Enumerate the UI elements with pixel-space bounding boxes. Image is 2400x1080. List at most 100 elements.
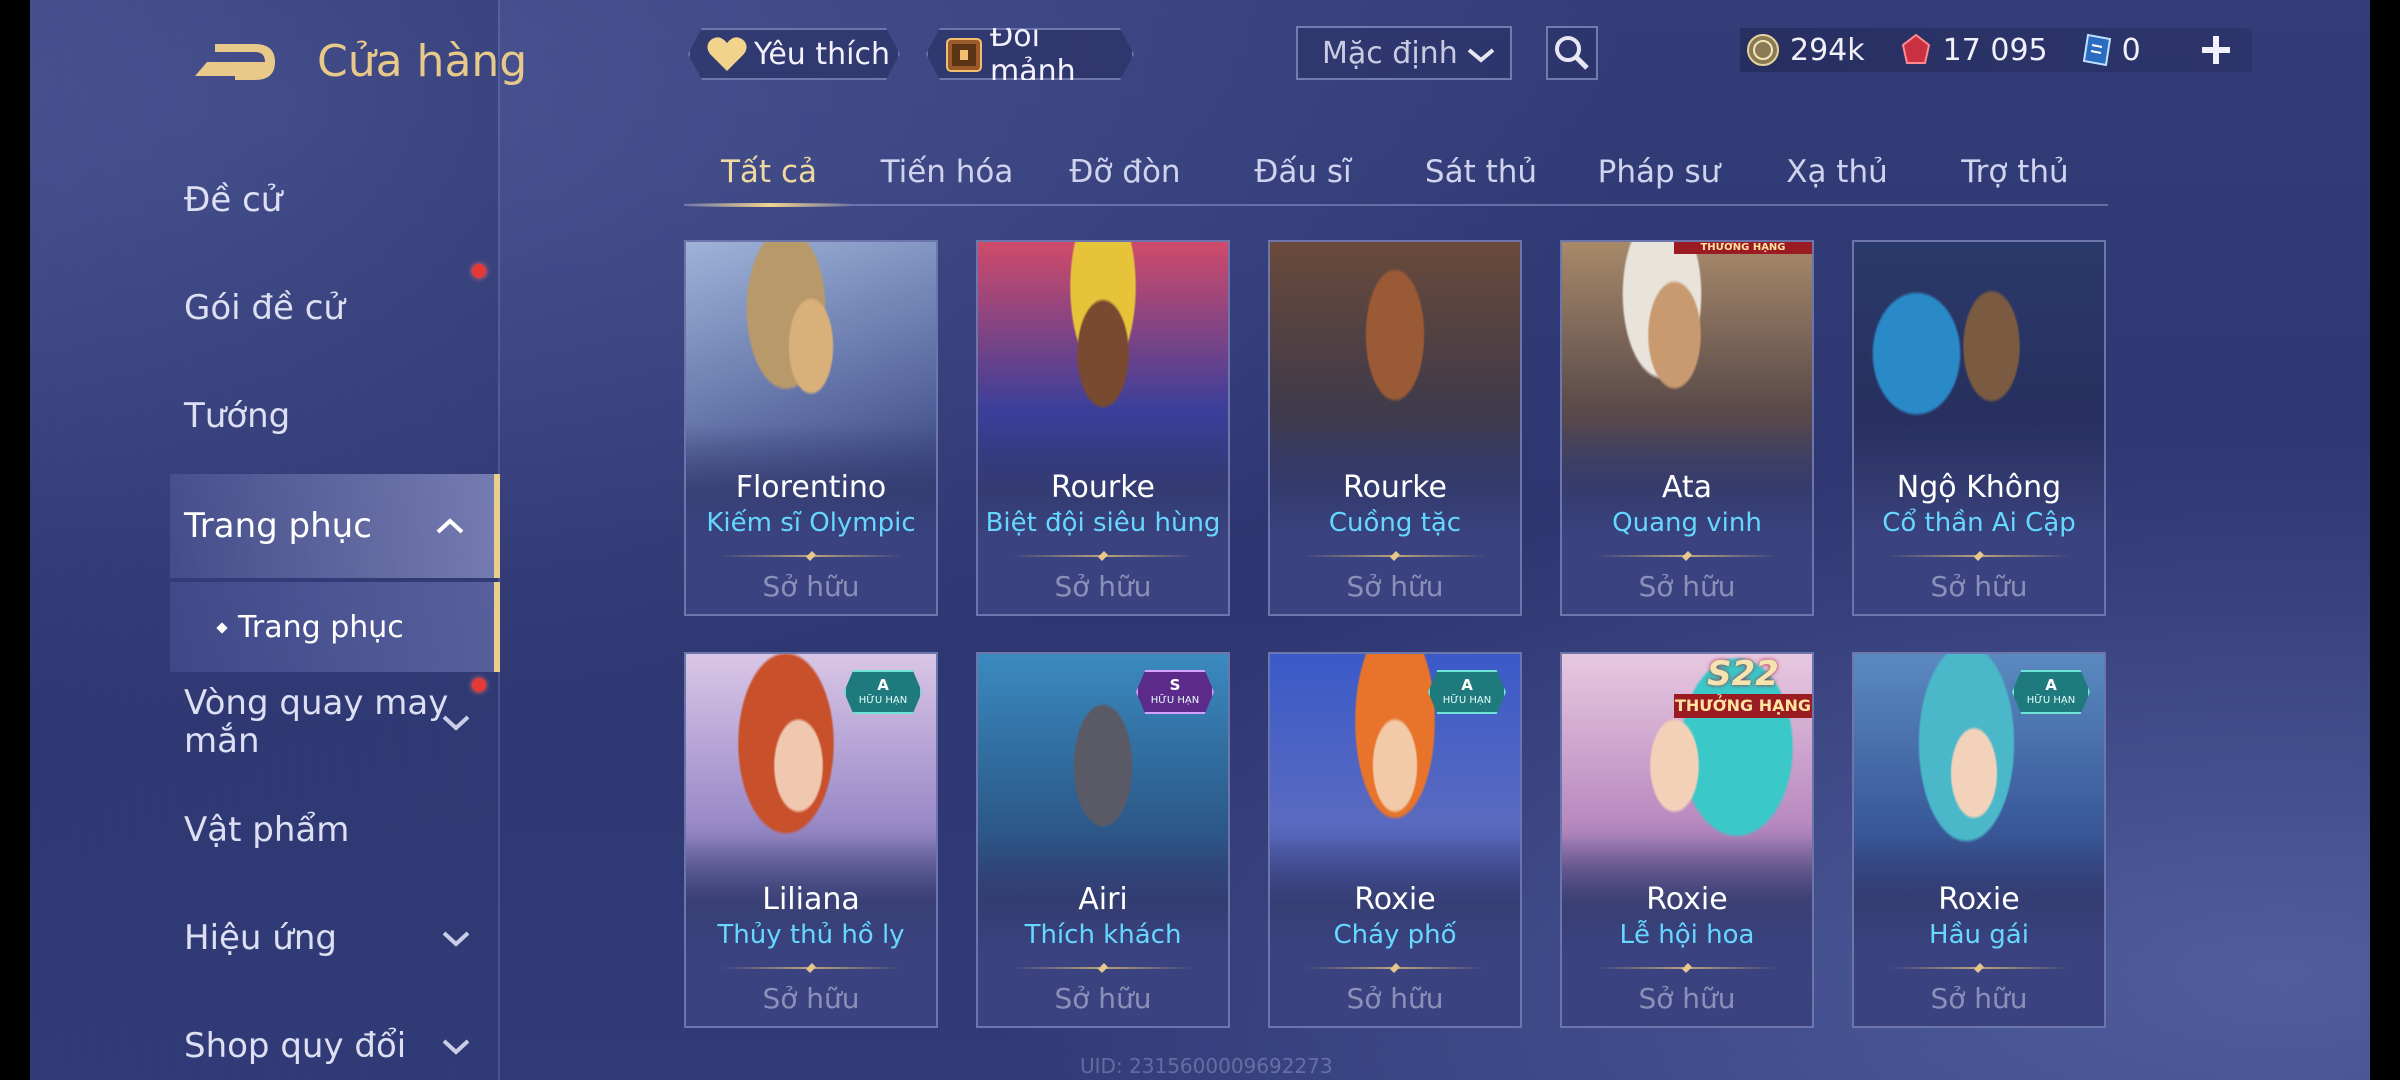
tab-label: Trợ thủ [1961,154,2069,190]
season-rank-badge: S22 THƯỞNG HẠNG [1674,656,1812,726]
chevron-down-icon [1467,48,1495,63]
owned-status: Sở hữu [1346,982,1444,1015]
limited-badge: A HỮU HẠN [1428,670,1506,714]
currency-bar: 294k 17 095 0 [1740,28,2252,72]
ruby-balance: 17 095 [1893,33,2048,68]
shop-screen: Đề cử Gói đề cử Tướng Trang phục Trang p… [0,0,2400,1080]
page-title: Cửa hàng [317,35,528,87]
sidebar-item-skins[interactable]: Trang phục [170,474,500,578]
active-tab-indicator [684,203,854,207]
skin-card[interactable]: A HỮU HẠN Roxie Cháy phố Sở hữu [1268,652,1522,1028]
owned-status: Sở hữu [1054,982,1152,1015]
owned-status: Sở hữu [1054,570,1152,603]
skin-name: Cuồng tặc [1328,508,1462,538]
page-header: Cửa hàng [185,30,527,92]
hero-name: Rourke [1051,470,1155,505]
card-divider [1304,967,1486,969]
sidebar-item-label: Vòng quay may mắn [184,683,449,761]
hero-name: Roxie [1938,882,2020,917]
owned-status: Sở hữu [1638,570,1736,603]
sidebar-item-exchange-shop[interactable]: Shop quy đổi [30,996,500,1080]
sidebar-item-label: Đề cử [184,180,283,220]
bullet-icon [216,622,228,634]
badge-text: HỮU HẠN [2026,695,2076,706]
voucher-icon [2082,33,2112,67]
tab-tank[interactable]: Đỡ đòn [1040,140,1210,204]
tab-label: Tiến hóa [880,154,1014,190]
card-divider [1888,967,2070,969]
tab-label: Sát thủ [1424,154,1538,190]
skin-card[interactable]: S22 THƯỞNG HẠNG Roxie Lễ hội hoa Sở hữu [1560,652,1814,1028]
sidebar-subitem-skins[interactable]: Trang phục [170,582,500,672]
badge-tier: A [877,676,889,694]
tab-assassin[interactable]: Sát thủ [1396,140,1566,204]
badge-tier: A [2045,676,2057,694]
badge-tier: A [1461,676,1473,694]
favorite-label: Yêu thích [754,36,890,72]
sidebar-item-items[interactable]: Vật phẩm [30,780,500,880]
card-divider [1012,555,1194,557]
sidebar-item-recommended[interactable]: Đề cử [30,150,500,250]
sidebar-item-effects[interactable]: Hiệu ứng [30,888,500,988]
tab-fighter[interactable]: Đấu sĩ [1218,140,1388,204]
add-currency-button[interactable] [2196,30,2236,70]
skin-name: Thích khách [1024,920,1182,950]
sidebar-item-heroes[interactable]: Tướng [30,366,500,466]
hero-name: Ngộ Không [1896,470,2062,505]
hero-name: Airi [1078,882,1128,917]
sidebar: Đề cử Gói đề cử Tướng Trang phục Trang p… [30,0,500,1080]
badge-text: HỮU HẠN [1442,695,1492,706]
exchange-fragments-button[interactable]: Đổi mảnh [926,28,1134,80]
sidebar-item-recommended-packs[interactable]: Gói đề cử [30,258,500,358]
gold-balance: 294k [1740,33,1865,68]
skin-card[interactable]: Rourke Biệt đội siêu hùng Sở hữu [976,240,1230,616]
tab-evolution[interactable]: Tiến hóa [862,140,1032,204]
badge-tier: S [1169,676,1181,694]
hero-name: Florentino [735,470,887,505]
screen-edge-left [0,0,30,1080]
ruby-amount: 17 095 [1942,32,2048,68]
card-divider [720,555,902,557]
sidebar-item-label: Vật phẩm [184,810,350,850]
ruby-icon [1899,33,1933,67]
sort-dropdown-value: Mặc định [1322,35,1458,71]
card-divider [1596,967,1778,969]
tab-all[interactable]: Tất cả [684,140,854,204]
skin-card[interactable]: S HỮU HẠN Airi Thích khách Sở hữu [976,652,1230,1028]
exchange-fragments-label: Đổi mảnh [990,19,1076,89]
notification-dot [472,264,486,278]
hero-name: Roxie [1646,882,1728,917]
skin-card[interactable]: Ngộ Không Cổ thần Ai Cập Sở hữu [1852,240,2106,616]
voucher-amount: 0 [2121,32,2141,68]
sidebar-item-label: Shop quy đổi [184,1026,407,1066]
skin-card[interactable]: THƯỞNG HẠNG Ata Quang vinh Sở hữu [1560,240,1814,616]
skin-card[interactable]: Rourke Cuồng tặc Sở hữu [1268,240,1522,616]
sort-dropdown[interactable]: Mặc định [1296,26,1512,80]
limited-badge: A HỮU HẠN [844,670,922,714]
card-divider [1304,555,1486,557]
hero-name: Liliana [762,882,860,917]
skin-name: Cổ thần Ai Cập [1882,508,2076,538]
plus-icon [2202,36,2230,64]
sidebar-subitem-label: Trang phục [238,609,404,645]
tab-mage[interactable]: Pháp sư [1574,140,1744,204]
skin-name: Quang vinh [1612,508,1762,538]
screen-edge-right [2370,0,2400,1080]
skin-name: Kiếm sĩ Olympic [706,508,916,538]
favorite-button[interactable]: Yêu thích [688,28,900,80]
skin-name: Hầu gái [1929,920,2029,950]
back-button[interactable] [185,30,277,92]
skin-card[interactable]: A HỮU HẠN Roxie Hầu gái Sở hữu [1852,652,2106,1028]
sidebar-item-lucky-spin[interactable]: Vòng quay may mắn [30,672,500,772]
owned-status: Sở hữu [1346,570,1444,603]
skin-card[interactable]: A HỮU HẠN Liliana Thủy thủ hồ ly Sở hữu [684,652,938,1028]
chevron-down-icon [442,715,470,731]
owned-status: Sở hữu [762,570,860,603]
hero-name: Ata [1661,470,1713,505]
skin-card[interactable]: Florentino Kiếm sĩ Olympic Sở hữu [684,240,938,616]
tab-support[interactable]: Trợ thủ [1930,140,2100,204]
tab-marksman[interactable]: Xạ thủ [1752,140,1922,204]
tab-label: Pháp sư [1597,154,1721,190]
search-button[interactable] [1546,26,1598,80]
chest-icon [944,34,984,74]
